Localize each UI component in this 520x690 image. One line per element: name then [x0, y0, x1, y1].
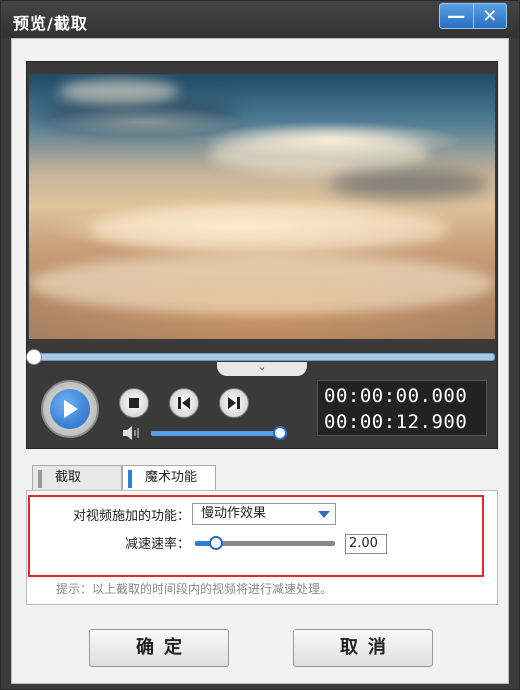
rate-slider[interactable]	[195, 536, 335, 550]
previous-frame-button[interactable]	[169, 388, 199, 418]
preview-window: 预览/截取 — ✕ ⌄ 00:00:00.000 00:00:12.900 截取…	[0, 0, 520, 690]
title-bar: 预览/截取 — ✕	[1, 1, 519, 38]
play-icon	[50, 389, 90, 429]
effect-value: 慢动作效果	[201, 506, 267, 521]
rate-input[interactable]: 2.00	[345, 534, 387, 554]
tab-capture[interactable]: 截取	[32, 465, 122, 491]
tab-indicator	[128, 470, 132, 488]
tab-indicator	[38, 470, 42, 488]
chevron-down-icon: ⌄	[257, 360, 267, 373]
window-controls: — ✕	[439, 3, 507, 29]
tab-capture-label: 截取	[55, 470, 82, 485]
collapse-toggle[interactable]: ⌄	[217, 360, 307, 376]
window-title: 预览/截取	[13, 14, 88, 33]
time-display: 00:00:00.000 00:00:12.900	[317, 380, 487, 436]
play-button[interactable]	[41, 380, 99, 438]
volume-slider[interactable]	[151, 426, 288, 440]
dropdown-arrow-icon	[318, 511, 330, 518]
video-player: ⌄ 00:00:00.000 00:00:12.900	[26, 61, 498, 449]
hint-text: 提示：以上截取的时间段内的视频将进行减速处理。	[56, 582, 333, 596]
stop-icon	[129, 398, 139, 408]
step-forward-icon	[228, 397, 240, 409]
close-button[interactable]: ✕	[472, 4, 507, 28]
speaker-icon[interactable]	[122, 425, 142, 441]
tab-magic-label: 魔术功能	[145, 470, 198, 485]
cancel-button[interactable]: 取消	[293, 629, 433, 667]
tab-magic[interactable]: 魔术功能	[122, 465, 216, 491]
total-time: 00:00:12.900	[324, 411, 468, 433]
stop-button[interactable]	[119, 388, 149, 418]
effect-label: 对视频施加的功能：	[72, 509, 190, 524]
progress-handle[interactable]	[26, 349, 42, 365]
next-frame-button[interactable]	[219, 388, 249, 418]
video-frame	[29, 74, 495, 339]
effect-select[interactable]: 慢动作效果	[192, 503, 336, 525]
dialog-body: ⌄ 00:00:00.000 00:00:12.900 截取 魔术功能 对视频施…	[11, 38, 509, 684]
volume-handle[interactable]	[273, 426, 288, 440]
minimize-button[interactable]: —	[440, 4, 473, 28]
rate-handle[interactable]	[209, 536, 223, 550]
ok-button[interactable]: 确定	[89, 629, 229, 667]
rate-label: 减速速率：	[124, 537, 190, 552]
current-time: 00:00:00.000	[324, 385, 468, 407]
step-back-icon	[178, 397, 190, 409]
